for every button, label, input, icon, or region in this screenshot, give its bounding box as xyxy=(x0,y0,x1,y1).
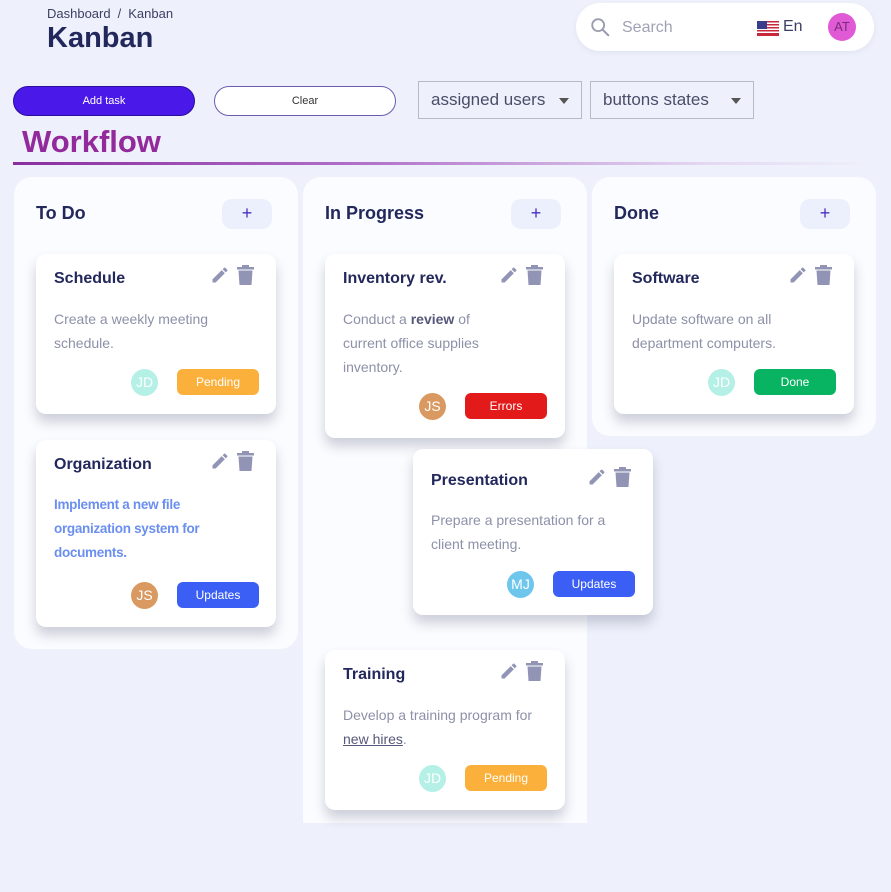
assignee-avatar[interactable]: JD xyxy=(419,765,446,792)
edit-icon[interactable] xyxy=(788,265,808,285)
chevron-down-icon xyxy=(731,98,741,104)
task-card-inventory[interactable]: Inventory rev. Conduct a review of curre… xyxy=(325,254,565,438)
status-badge[interactable]: Updates xyxy=(553,571,635,597)
trash-icon[interactable] xyxy=(614,467,631,487)
column-title: To Do xyxy=(36,203,86,223)
edit-icon[interactable] xyxy=(210,265,230,285)
assigned-users-select[interactable]: assigned users xyxy=(418,81,582,119)
card-description: Prepare a presentation for a client meet… xyxy=(431,512,606,552)
language-label[interactable]: En xyxy=(783,18,803,36)
trash-icon[interactable] xyxy=(237,451,254,471)
search-bar: En AT xyxy=(576,3,874,51)
card-description: Implement a new file organization system… xyxy=(54,497,200,560)
card-description: Update software on all department comput… xyxy=(632,311,776,351)
clear-button[interactable]: Clear xyxy=(214,86,396,116)
add-card-button[interactable]: + xyxy=(222,199,272,229)
card-description: Conduct a review of current office suppl… xyxy=(343,307,513,379)
task-card-presentation[interactable]: Presentation Prepare a presentation for … xyxy=(413,449,653,615)
section-title: Workflow xyxy=(22,124,161,159)
card-title: Presentation xyxy=(431,472,528,489)
add-task-button[interactable]: Add task xyxy=(13,86,195,116)
assignee-avatar[interactable]: MJ xyxy=(507,571,534,598)
user-avatar[interactable]: AT xyxy=(828,13,856,41)
search-icon xyxy=(591,18,610,37)
card-description: Create a weekly meeting schedule. xyxy=(54,311,209,351)
column-title: In Progress xyxy=(325,203,425,223)
search-input[interactable] xyxy=(620,15,744,41)
trash-icon[interactable] xyxy=(815,265,832,285)
card-title: Inventory rev. xyxy=(343,270,447,287)
status-badge[interactable]: Pending xyxy=(465,765,547,791)
trash-icon[interactable] xyxy=(526,661,543,681)
buttons-states-select[interactable]: buttons states xyxy=(590,81,754,119)
breadcrumb-item-kanban: Kanban xyxy=(128,6,174,21)
assignee-avatar[interactable]: JS xyxy=(419,393,446,420)
task-card-software[interactable]: Software Update software on all departme… xyxy=(614,254,854,414)
card-title: Training xyxy=(343,666,406,683)
task-card-organization[interactable]: Organization Implement a new file organi… xyxy=(36,440,276,627)
status-badge[interactable]: Done xyxy=(754,369,836,395)
edit-icon[interactable] xyxy=(499,265,519,285)
description-text: Develop a training program for xyxy=(343,707,533,723)
trash-icon[interactable] xyxy=(237,265,254,285)
breadcrumb: Dashboard / Kanban xyxy=(47,6,173,21)
task-card-training[interactable]: Training Develop a training program for … xyxy=(325,650,565,810)
card-title: Software xyxy=(632,270,700,287)
status-badge[interactable]: Pending xyxy=(177,369,259,395)
add-card-button[interactable]: + xyxy=(800,199,850,229)
assignee-avatar[interactable]: JD xyxy=(131,369,158,396)
assigned-users-label: assigned users xyxy=(431,90,546,109)
trash-icon[interactable] xyxy=(526,265,543,285)
description-link[interactable]: new hires xyxy=(343,731,403,747)
page-title: Kanban xyxy=(47,22,154,54)
task-card-schedule[interactable]: Schedule Create a weekly meeting schedul… xyxy=(36,254,276,414)
assignee-avatar[interactable]: JD xyxy=(708,369,735,396)
edit-icon[interactable] xyxy=(499,661,519,681)
section-divider xyxy=(13,162,879,165)
description-text: Conduct a xyxy=(343,311,411,327)
add-card-button[interactable]: + xyxy=(511,199,561,229)
card-title: Schedule xyxy=(54,270,126,287)
chevron-down-icon xyxy=(559,98,569,104)
card-description: Develop a training program for new hires… xyxy=(343,703,533,751)
status-badge[interactable]: Errors xyxy=(465,393,547,419)
status-badge[interactable]: Updates xyxy=(177,582,259,608)
description-bold: review xyxy=(410,311,455,327)
description-text: . xyxy=(402,731,407,747)
buttons-states-label: buttons states xyxy=(603,90,709,109)
breadcrumb-item-dashboard[interactable]: Dashboard xyxy=(47,6,111,21)
column-title: Done xyxy=(614,203,659,223)
card-title: Organization xyxy=(54,456,152,473)
breadcrumb-separator: / xyxy=(117,6,122,21)
edit-icon[interactable] xyxy=(210,451,230,471)
assignee-avatar[interactable]: JS xyxy=(131,582,158,609)
edit-icon[interactable] xyxy=(587,467,607,487)
us-flag-icon[interactable] xyxy=(757,21,779,36)
